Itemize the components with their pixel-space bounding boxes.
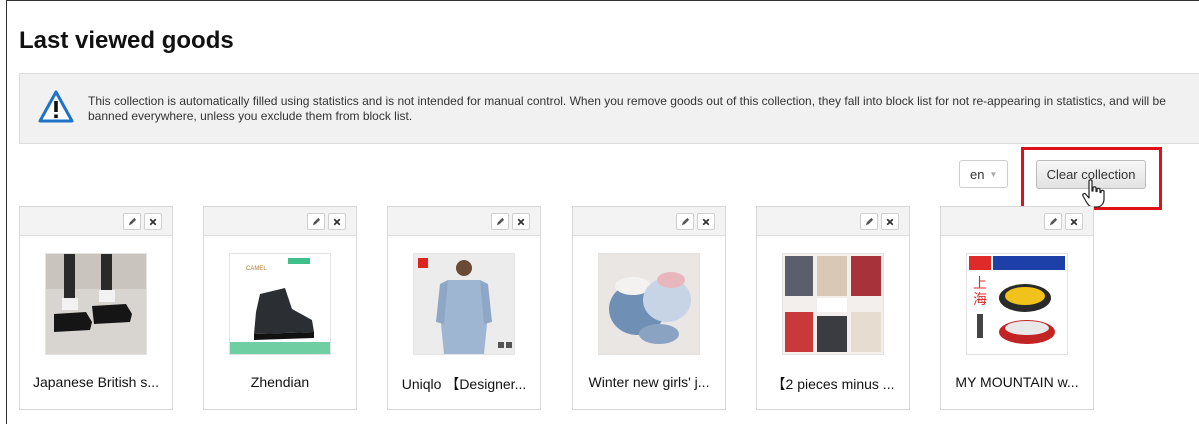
pencil-icon [1049, 217, 1057, 226]
hand-cursor-icon [1082, 179, 1105, 208]
shirt-photo [414, 254, 514, 354]
product-image[interactable] [782, 253, 884, 355]
svg-text:海: 海 [973, 292, 987, 308]
remove-button[interactable] [328, 213, 346, 230]
remove-button[interactable] [512, 213, 530, 230]
remove-button[interactable] [144, 213, 162, 230]
product-card[interactable]: CAMEL Zhendian [203, 206, 357, 410]
edit-button[interactable] [307, 213, 325, 230]
pencil-icon [496, 217, 504, 226]
close-icon [149, 218, 157, 225]
svg-text:上: 上 [973, 276, 987, 292]
card-toolbar [204, 207, 356, 236]
close-icon [517, 218, 525, 225]
warning-icon [38, 90, 74, 123]
language-select[interactable]: en ▼ [959, 160, 1009, 188]
boot-photo: CAMEL [230, 254, 330, 354]
product-card[interactable]: 上 海 MY MOUNTAIN w... [940, 206, 1094, 410]
product-image[interactable] [598, 253, 700, 355]
card-toolbar [757, 207, 909, 236]
page-frame: Last viewed goods This collection is aut… [6, 0, 1199, 424]
product-card[interactable]: 【2 pieces minus ... [756, 206, 910, 410]
product-image[interactable] [413, 253, 515, 355]
close-icon [1070, 218, 1078, 225]
close-icon [333, 218, 341, 225]
product-title[interactable]: Zhendian [208, 374, 352, 390]
pencil-icon [312, 217, 320, 226]
info-notice: This collection is automatically filled … [19, 73, 1199, 144]
svg-text:CAMEL: CAMEL [246, 266, 267, 272]
card-toolbar [388, 207, 540, 236]
product-card[interactable]: Winter new girls' j... [572, 206, 726, 410]
card-toolbar [941, 207, 1093, 236]
edit-button[interactable] [123, 213, 141, 230]
pencil-icon [865, 217, 873, 226]
language-value: en [970, 166, 985, 182]
product-title[interactable]: Japanese British s... [24, 374, 168, 390]
edit-button[interactable] [1044, 213, 1062, 230]
page-title: Last viewed goods [19, 27, 234, 54]
edit-button[interactable] [860, 213, 878, 230]
pencil-icon [681, 217, 689, 226]
pencil-icon [128, 217, 136, 226]
remove-button[interactable] [1065, 213, 1083, 230]
clothing-collage-photo [783, 254, 883, 354]
product-title[interactable]: Uniqlo 【Designer... [392, 374, 536, 394]
close-icon [702, 218, 710, 225]
edit-button[interactable] [676, 213, 694, 230]
product-card[interactable]: Uniqlo 【Designer... [387, 206, 541, 410]
jacket-photo [599, 254, 699, 354]
card-toolbar [573, 207, 725, 236]
remove-button[interactable] [697, 213, 715, 230]
product-image[interactable] [45, 253, 147, 355]
chevron-down-icon: ▼ [989, 169, 998, 179]
shoes-photo [46, 254, 146, 354]
close-icon [886, 218, 894, 225]
balance-pad-photo: 上 海 [967, 254, 1067, 354]
product-title[interactable]: Winter new girls' j... [577, 374, 721, 390]
product-title[interactable]: 【2 pieces minus ... [761, 374, 905, 394]
product-image[interactable]: 上 海 [966, 253, 1068, 355]
product-card[interactable]: Japanese British s... [19, 206, 173, 410]
edit-button[interactable] [491, 213, 509, 230]
notice-text: This collection is automatically filled … [88, 94, 1166, 123]
card-toolbar [20, 207, 172, 236]
product-title[interactable]: MY MOUNTAIN w... [945, 374, 1089, 390]
product-image[interactable]: CAMEL [229, 253, 331, 355]
remove-button[interactable] [881, 213, 899, 230]
